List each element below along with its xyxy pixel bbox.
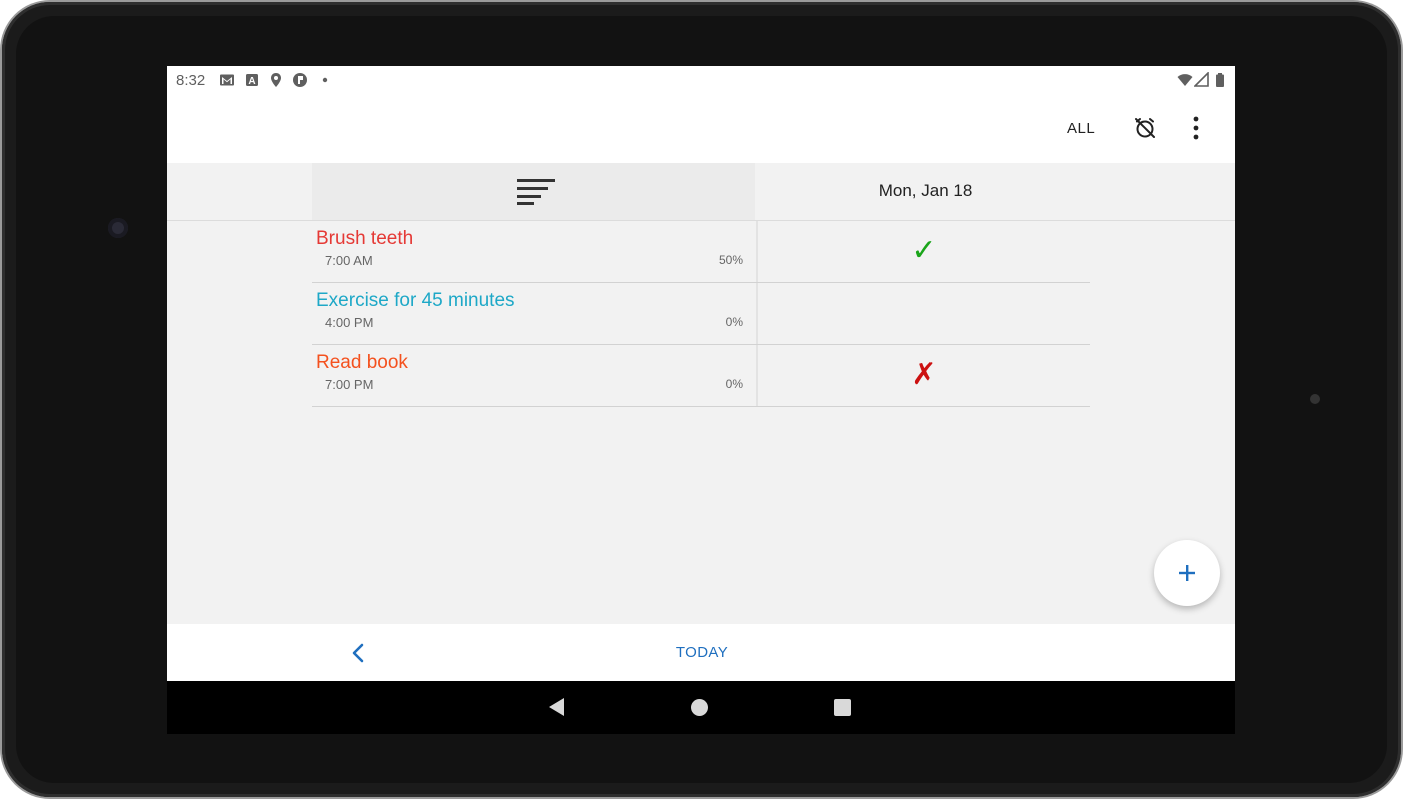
habit-name-cell[interactable]: Read book 7:00 PM 0% xyxy=(312,345,758,406)
habit-name: Exercise for 45 minutes xyxy=(316,290,515,311)
filter-all-button[interactable]: ALL xyxy=(1067,120,1095,137)
habit-time: 4:00 PM xyxy=(325,315,374,330)
gmail-icon xyxy=(220,74,234,86)
habit-name: Read book xyxy=(316,352,408,373)
habit-percent: 0% xyxy=(725,315,743,329)
status-time: 8:32 xyxy=(176,72,206,89)
habit-percent: 0% xyxy=(725,377,743,391)
habit-check-mark[interactable]: ✓ xyxy=(758,233,1090,268)
location-pin-icon xyxy=(271,73,281,87)
add-icon xyxy=(1179,565,1195,581)
svg-text:A: A xyxy=(248,76,255,87)
alarm-off-icon[interactable] xyxy=(1133,116,1157,140)
dot-icon xyxy=(322,77,328,83)
habit-list: Brush teeth 7:00 AM 50% ✓ Exercise for 4… xyxy=(312,221,1090,407)
app-bar: ALL xyxy=(167,94,1235,163)
habit-percent: 50% xyxy=(718,253,743,267)
wifi-icon xyxy=(1177,74,1193,86)
sort-icon xyxy=(517,179,555,205)
habit-name-cell[interactable]: Exercise for 45 minutes 4:00 PM 0% xyxy=(312,283,758,344)
home-circle-icon[interactable] xyxy=(691,699,708,716)
habit-cross-mark[interactable]: ✗ xyxy=(758,357,1090,392)
signal-icon xyxy=(1194,72,1209,87)
date-column-header: Mon, Jan 18 xyxy=(756,163,1095,220)
list-header: Mon, Jan 18 xyxy=(167,163,1235,221)
add-habit-button[interactable] xyxy=(1154,540,1220,606)
back-triangle-icon[interactable] xyxy=(547,697,567,717)
app-notification-icon xyxy=(293,73,307,87)
today-button[interactable]: TODAY xyxy=(607,644,797,661)
sort-button[interactable] xyxy=(312,163,755,220)
status-bar: 8:32 A xyxy=(167,66,1235,94)
recents-square-icon[interactable] xyxy=(834,699,851,716)
habit-time: 7:00 PM xyxy=(325,377,374,392)
system-nav-bar xyxy=(167,681,1235,734)
battery-icon xyxy=(1216,73,1224,87)
habit-row: Exercise for 45 minutes 4:00 PM 0% xyxy=(312,283,1090,345)
habit-row: Read book 7:00 PM 0% ✗ xyxy=(312,345,1090,407)
bottom-bar: TODAY xyxy=(167,624,1235,681)
date-label: Mon, Jan 18 xyxy=(878,181,973,200)
habit-time: 7:00 AM xyxy=(325,253,373,268)
a-notification-icon: A xyxy=(246,74,258,87)
more-vert-icon[interactable] xyxy=(1184,114,1208,142)
device-screen: 8:32 A ALL Mon, Jan 18 Brush teeth 7:00 … xyxy=(167,66,1235,734)
proximity-sensor xyxy=(1310,394,1320,404)
habit-row: Brush teeth 7:00 AM 50% ✓ xyxy=(312,221,1090,283)
habit-name: Brush teeth xyxy=(316,228,414,249)
chevron-left-icon[interactable] xyxy=(347,641,369,665)
habit-name-cell[interactable]: Brush teeth 7:00 AM 50% xyxy=(312,221,758,282)
front-camera xyxy=(108,218,128,238)
